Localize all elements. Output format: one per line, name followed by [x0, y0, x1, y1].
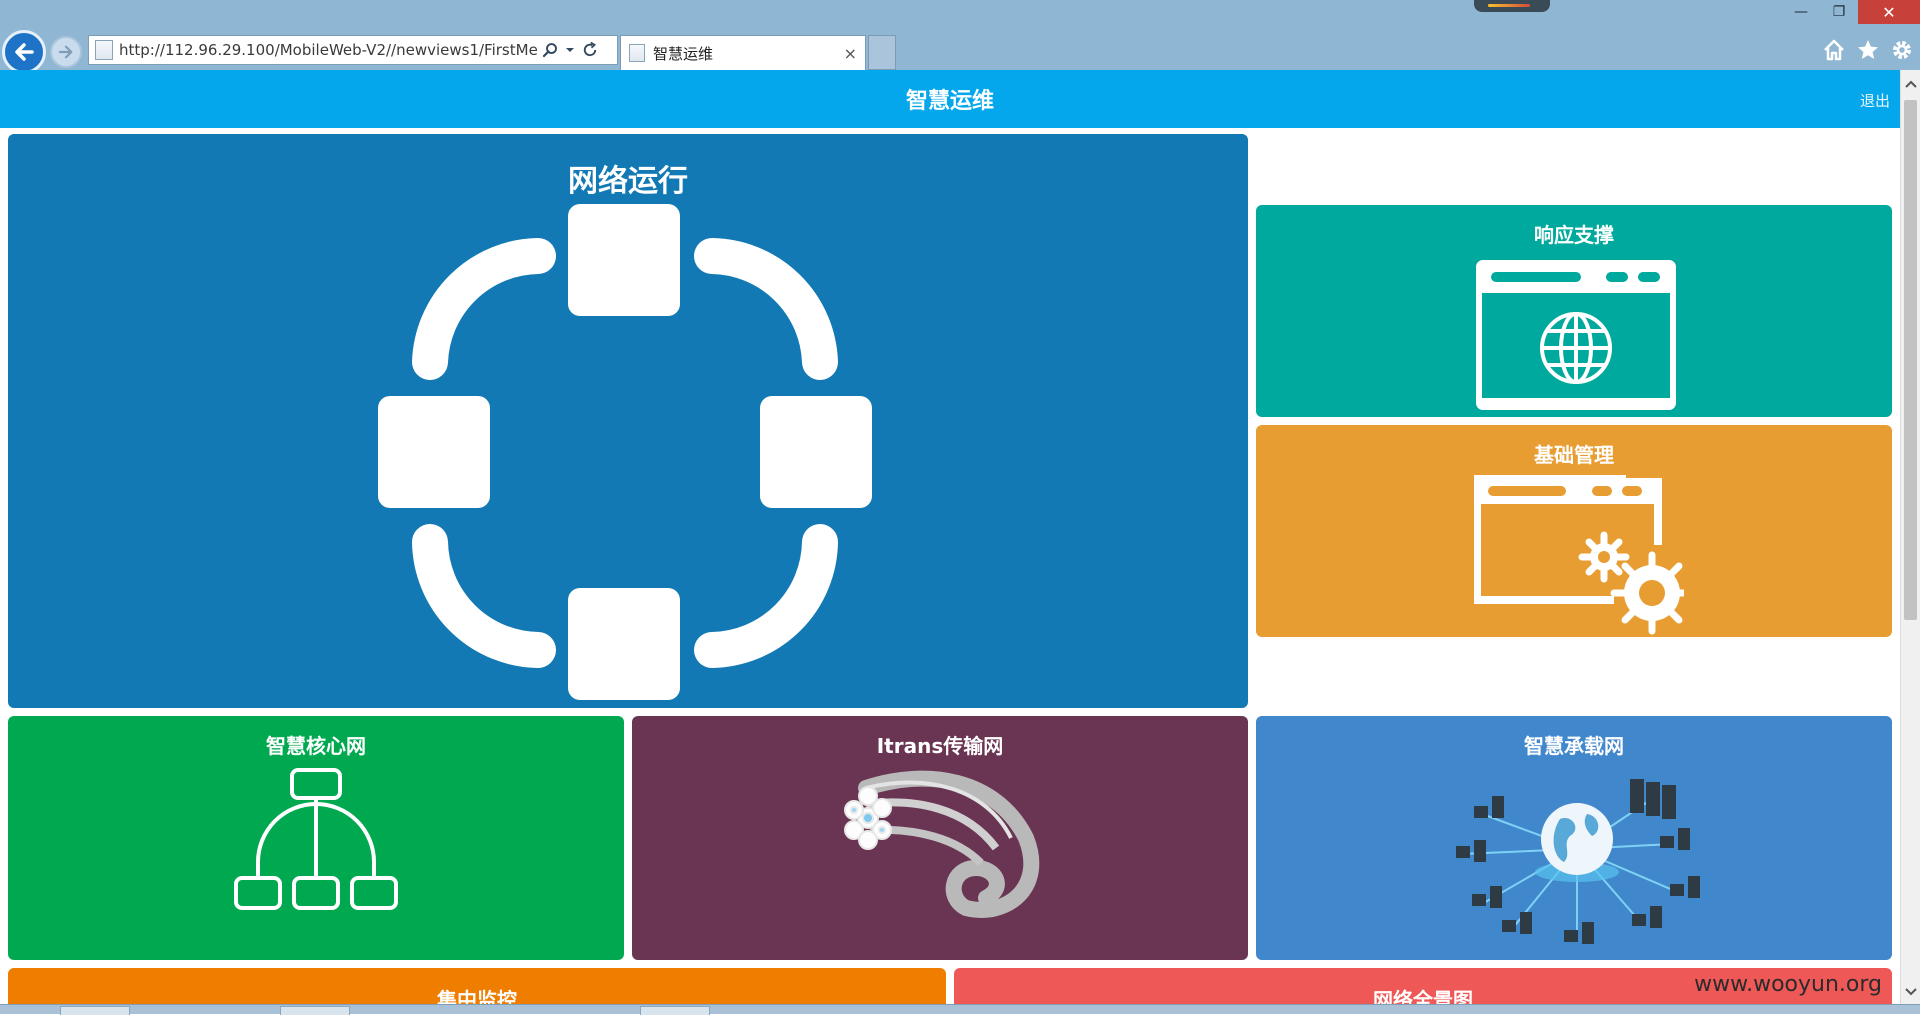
forward-button[interactable] — [50, 36, 82, 68]
back-button[interactable] — [2, 30, 46, 74]
tile-label: 智慧承载网 — [1524, 734, 1624, 758]
window-controls: — ❐ ✕ — [1782, 0, 1920, 24]
scroll-up-arrow-icon[interactable] — [1901, 76, 1920, 92]
scroll-thumb[interactable] — [1904, 100, 1917, 620]
tab-title: 智慧运维 — [653, 44, 714, 63]
page-icon — [95, 40, 113, 60]
address-url[interactable]: http://112.96.29.100/MobileWeb-V2//newvi… — [119, 41, 537, 59]
tile-label: Itrans传输网 — [876, 734, 1004, 758]
network-ring-icon — [378, 204, 872, 700]
tile-smart-bearer-network[interactable]: 智慧承载网 — [1256, 716, 1892, 960]
tile-label: 响应支撑 — [1534, 223, 1614, 247]
search-icon[interactable] — [541, 41, 559, 59]
tile-label: 基础管理 — [1534, 443, 1614, 467]
tile-label: 智慧核心网 — [266, 734, 366, 758]
vertical-scrollbar[interactable] — [1900, 70, 1920, 1004]
logout-link[interactable]: 退出 — [1860, 90, 1890, 111]
dropdown-arrow-icon[interactable] — [565, 45, 575, 55]
watermark: www.wooyun.org — [1694, 972, 1882, 997]
address-bar[interactable]: http://112.96.29.100/MobileWeb-V2//newvi… — [88, 35, 618, 65]
back-arrow-icon — [15, 43, 34, 61]
restore-button[interactable]: ❐ — [1820, 0, 1858, 24]
minimize-button[interactable]: — — [1782, 0, 1820, 24]
taskbar — [0, 1004, 1920, 1015]
loading-indicator — [1474, 0, 1550, 12]
web-page: 智慧运维 退出 网络运行 响应支撑 基础管理 智慧核心网 Itrans传输网 智… — [0, 70, 1900, 1004]
scroll-down-arrow-icon[interactable] — [1901, 984, 1920, 1000]
browser-globe-icon — [1476, 260, 1676, 410]
tab-page-icon — [629, 44, 645, 62]
browser-toolbar — [1822, 38, 1914, 62]
fiber-cable-icon — [844, 770, 1040, 918]
tile-basic-management[interactable]: 基础管理 — [1256, 425, 1892, 637]
app-title: 智慧运维 — [905, 89, 994, 114]
tile-label: 网络运行 — [568, 164, 688, 199]
window-gear-icon — [1474, 475, 1684, 635]
tile-label: 集中监控 — [437, 988, 517, 1004]
app-header: 智慧运维 退出 — [0, 70, 1900, 128]
home-icon[interactable] — [1822, 38, 1846, 62]
browser-tab[interactable]: 智慧运维 × — [620, 35, 866, 70]
close-window-button[interactable]: ✕ — [1858, 0, 1920, 24]
refresh-icon[interactable] — [581, 41, 599, 59]
star-icon[interactable] — [1856, 38, 1880, 62]
tile-itrans-transport-network[interactable]: Itrans传输网 — [632, 716, 1248, 960]
tab-close-button[interactable]: × — [844, 44, 857, 63]
tile-centralized-monitoring[interactable]: 集中监控 — [8, 968, 946, 1004]
tile-smart-core-network[interactable]: 智慧核心网 — [8, 716, 624, 960]
tile-response-support[interactable]: 响应支撑 — [1256, 205, 1892, 417]
forward-arrow-icon — [58, 45, 73, 59]
tile-network-operation[interactable]: 网络运行 — [8, 134, 1248, 708]
gear-icon[interactable] — [1890, 38, 1914, 62]
new-tab-button[interactable] — [868, 35, 896, 70]
hierarchy-icon — [234, 768, 398, 910]
globe-network-icon — [1456, 779, 1700, 944]
browser-chrome: — ❐ ✕ http://112.96.29.100/MobileWeb-V2/… — [0, 0, 1920, 74]
